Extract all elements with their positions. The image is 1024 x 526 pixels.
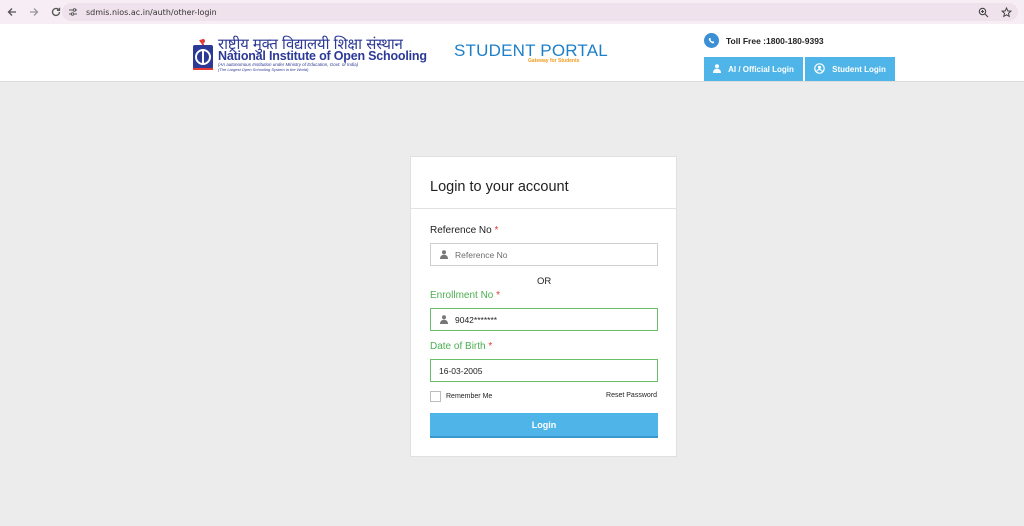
site-header: राष्ट्रीय मुक्त विद्यालयी शिक्षा संस्थान…	[0, 24, 1024, 82]
forward-icon[interactable]	[25, 3, 43, 21]
phone-icon	[704, 33, 719, 48]
toll-free-info: Toll Free :1800-180-9393	[704, 33, 824, 48]
browser-toolbar: sdmis.nios.ac.in/auth/other-login	[0, 0, 1024, 24]
remember-me[interactable]: Remember Me	[430, 391, 492, 402]
enrollment-field[interactable]	[430, 308, 658, 331]
user-icon	[713, 63, 722, 75]
nios-logo-icon[interactable]	[192, 37, 214, 71]
official-login-button[interactable]: AI / Official Login	[704, 57, 803, 81]
dob-input[interactable]	[439, 365, 639, 376]
required-mark: *	[494, 225, 499, 236]
zoom-icon[interactable]	[978, 5, 989, 23]
enrollment-label-text: Enrollment No	[430, 290, 494, 301]
reference-label-text: Reference No	[430, 225, 492, 236]
student-login-label: Student Login	[832, 64, 886, 74]
site-info-icon[interactable]	[66, 5, 80, 19]
student-login-button[interactable]: Student Login	[805, 57, 895, 81]
user-icon	[439, 250, 449, 259]
toll-free-number: Toll Free :1800-180-9393	[726, 35, 824, 46]
remember-label: Remember Me	[446, 393, 493, 400]
enrollment-label: Enrollment No *	[430, 290, 500, 301]
enrollment-input[interactable]	[455, 314, 655, 325]
dob-field[interactable]	[430, 359, 658, 382]
url-text[interactable]: sdmis.nios.ac.in/auth/other-login	[86, 8, 217, 17]
reference-field[interactable]	[430, 243, 658, 266]
login-title: Login to your account	[430, 179, 569, 195]
card-divider	[411, 208, 676, 209]
back-icon[interactable]	[3, 3, 21, 21]
login-card: Login to your account Reference No * OR …	[410, 156, 677, 457]
logo-english-part2: Open Schooling	[333, 49, 427, 63]
login-button[interactable]: Login	[430, 413, 658, 438]
logo-subtitle-2: (The Largest Open Schooling System in th…	[218, 67, 309, 72]
required-mark: *	[488, 341, 493, 352]
remember-checkbox[interactable]	[430, 391, 441, 402]
user-icon	[439, 315, 449, 324]
or-divider-text: OR	[537, 276, 552, 287]
reference-label: Reference No *	[430, 225, 498, 236]
bookmark-star-icon[interactable]	[1000, 5, 1013, 23]
dob-label: Date of Birth *	[430, 341, 492, 352]
dob-label-text: Date of Birth	[430, 341, 486, 352]
logo-english-text: National Institute of Open Schooling	[218, 49, 427, 63]
logo-english-part1: National Institute of	[218, 49, 334, 63]
required-mark: *	[496, 290, 501, 301]
reset-password-link[interactable]: Reset Password	[606, 392, 657, 399]
reference-input[interactable]	[455, 249, 655, 260]
official-login-label: AI / Official Login	[728, 64, 794, 74]
portal-subtitle: Gateway for Students	[528, 58, 580, 64]
user-circle-icon	[814, 62, 825, 76]
address-bar[interactable]: sdmis.nios.ac.in/auth/other-login	[62, 3, 1018, 21]
